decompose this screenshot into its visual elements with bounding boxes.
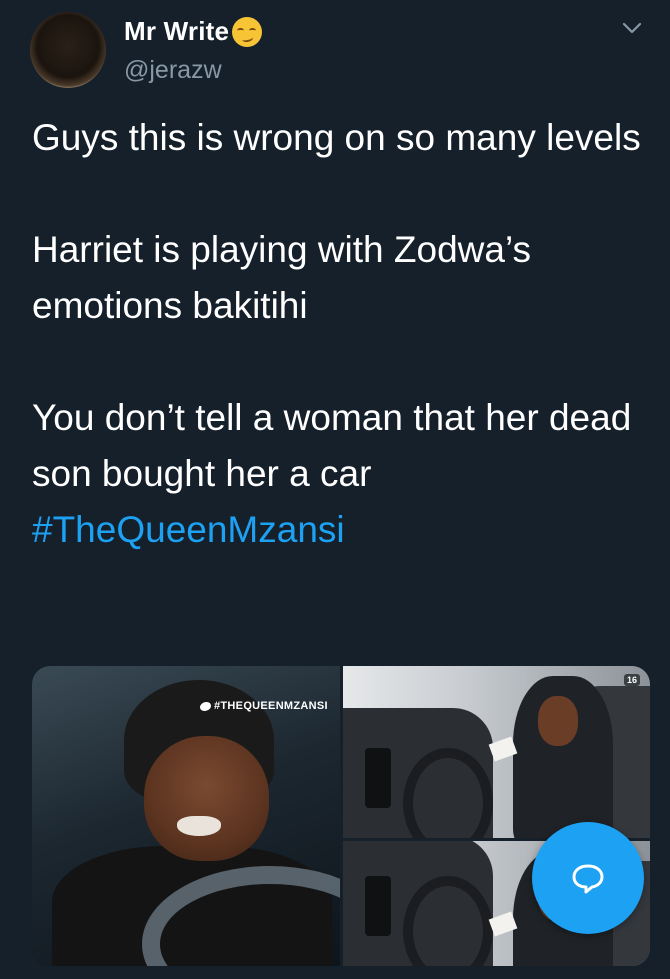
avatar[interactable] <box>30 12 106 88</box>
media-image-woman-in-car[interactable]: 16 <box>343 666 650 838</box>
author-handle[interactable]: @jerazw <box>124 56 222 85</box>
tweet-paragraph: You don’t tell a woman that her dead son… <box>32 397 632 494</box>
chevron-down-icon[interactable] <box>618 18 646 38</box>
twitter-bird-icon <box>200 701 211 711</box>
relieved-face-emoji-icon <box>232 16 263 47</box>
channel-badge: 16 <box>623 674 640 686</box>
author-name-row[interactable]: Mr Write <box>124 16 263 47</box>
hashtag-link[interactable]: #TheQueenMzansi <box>32 509 345 550</box>
media-image-crying-woman[interactable]: #THEQUEENMZANSI <box>32 666 340 966</box>
speech-bubble-icon <box>572 864 604 894</box>
compose-button[interactable] <box>532 822 644 934</box>
show-watermark: #THEQUEENMZANSI <box>200 700 328 712</box>
tweet-header: Mr Write @jerazw <box>0 0 670 100</box>
tweet-paragraph: Guys this is wrong on so many levels <box>32 117 641 158</box>
watermark-text: #THEQUEENMZANSI <box>214 700 328 712</box>
tweet-text: Guys this is wrong on so many levels Har… <box>32 110 642 558</box>
tweet-paragraph: Harriet is playing with Zodwa’s emotions… <box>32 229 532 326</box>
author-display-name[interactable]: Mr Write <box>124 16 229 47</box>
